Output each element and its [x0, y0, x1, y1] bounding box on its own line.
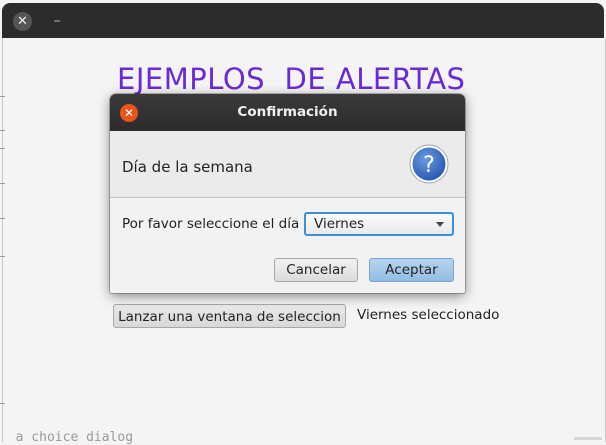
question-icon: ? [409, 144, 449, 184]
main-close-button[interactable]: ✕ [13, 12, 32, 31]
dialog-titlebar: Confirmación ✕ [110, 94, 465, 131]
launch-selection-button[interactable]: Lanzar una ventana de seleccion [113, 304, 346, 328]
resize-grip[interactable] [574, 437, 602, 440]
accept-button[interactable]: Aceptar [369, 258, 454, 282]
dialog-close-button[interactable]: ✕ [120, 104, 138, 122]
left-edge-marks [0, 38, 6, 438]
choice-selected-value: Viernes [314, 216, 365, 232]
day-choice-select[interactable]: Viernes [304, 212, 454, 236]
dialog-header-text: Día de la semana [122, 158, 253, 176]
selection-result-label: Viernes seleccionado [357, 307, 500, 323]
main-titlebar: ✕ – [2, 3, 604, 38]
bottom-clipped-text: a choice dialog [0, 430, 134, 445]
cancel-button[interactable]: Cancelar [274, 258, 358, 282]
main-minimize-button[interactable]: – [50, 12, 64, 31]
dialog-header: Día de la semana ? [110, 131, 465, 198]
confirmation-dialog: Confirmación ✕ Día de la semana ? Por fa… [110, 94, 465, 293]
dialog-title: Confirmación [237, 104, 338, 120]
choice-prompt-label: Por favor seleccione el día [122, 216, 300, 232]
svg-text:?: ? [423, 153, 435, 178]
chevron-down-icon [436, 222, 444, 227]
page-heading: EJEMPLOS DE ALERTAS [117, 62, 466, 96]
